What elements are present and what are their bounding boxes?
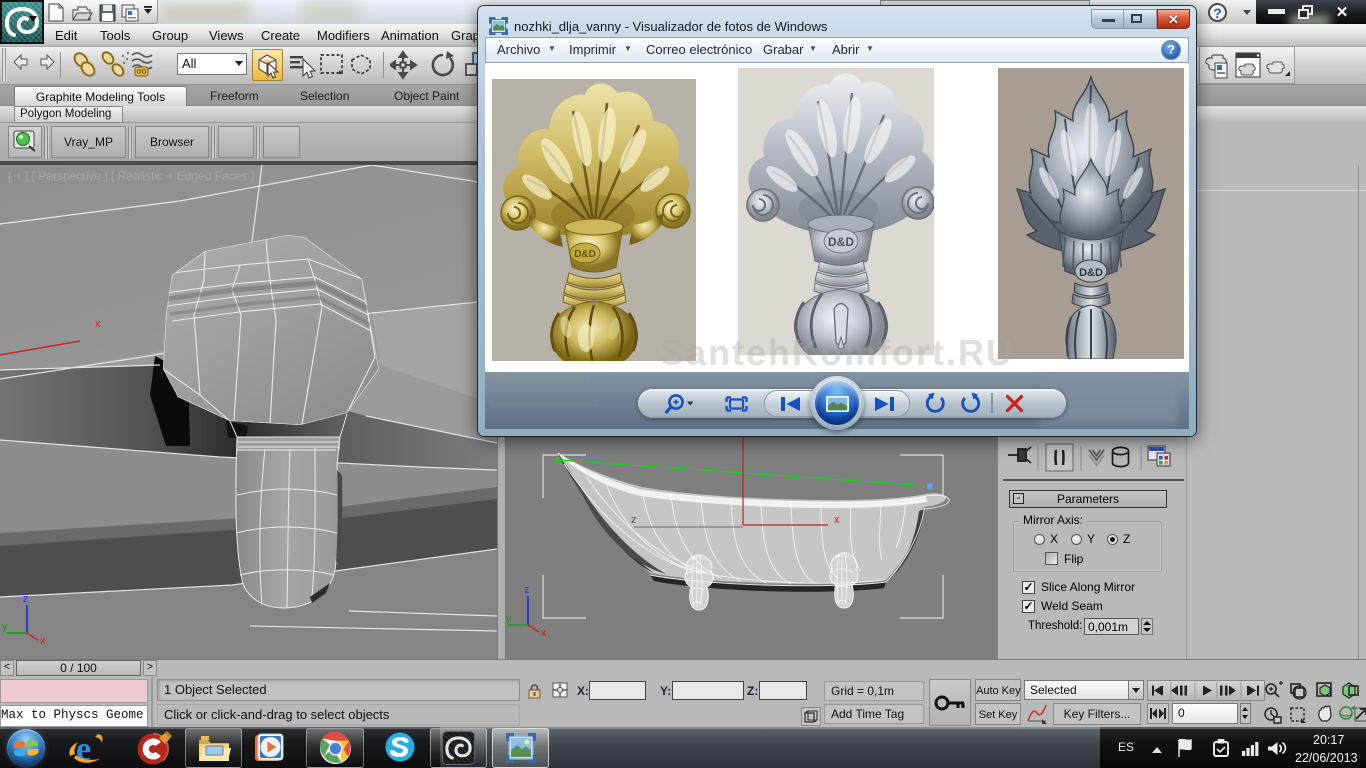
svg-text:x: x	[40, 635, 46, 647]
svg-text:[ + ] [ Perspective ] [ Realis: [ + ] [ Perspective ] [ Realistic + Edge…	[8, 169, 254, 183]
svg-text:D&D: D&D	[574, 249, 596, 260]
svg-text:z: z	[631, 514, 637, 526]
svg-text:x: x	[834, 514, 840, 526]
svg-text:x: x	[541, 627, 547, 639]
svg-text:y: y	[506, 613, 512, 625]
svg-text:z: z	[524, 584, 530, 596]
svg-text:z: z	[23, 593, 29, 605]
svg-text:x: x	[95, 318, 101, 330]
svg-text:y: y	[2, 621, 8, 633]
svg-text:D&D: D&D	[828, 235, 854, 249]
svg-text:D&D: D&D	[1079, 267, 1103, 279]
svg-text:SantehKomfort.RU: SantehKomfort.RU	[660, 332, 1014, 372]
